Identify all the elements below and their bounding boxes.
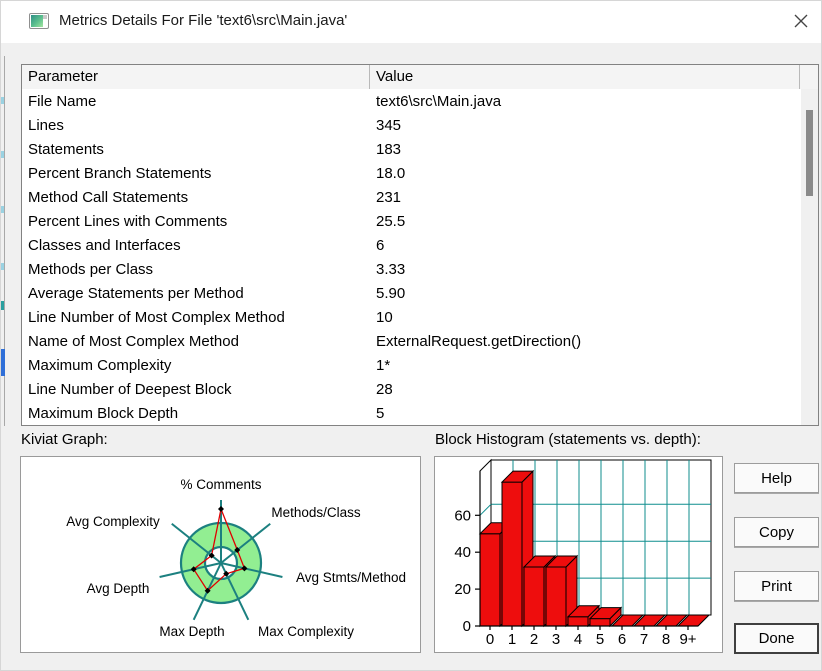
kiviat-graph-panel: % Comments Methods/Class Avg Stmts/Method M… (20, 456, 421, 653)
cell-parameter: Average Statements per Method (28, 284, 244, 302)
background-window-sliver (1, 97, 4, 104)
y-axis-tick-label: 40 (454, 544, 471, 561)
table-row[interactable]: Percent Lines with Comments 25.5 (22, 209, 801, 233)
cell-parameter: Line Number of Deepest Block (28, 380, 232, 398)
title-bar: Metrics Details For File 'text6\src\Main… (1, 1, 821, 43)
x-axis-tick-label: 7 (640, 631, 648, 648)
column-header-filler (800, 65, 818, 89)
cell-value: 3.33 (376, 260, 406, 278)
table-row[interactable]: Percent Branch Statements 18.0 (22, 161, 801, 185)
column-header-parameter[interactable]: Parameter (22, 65, 370, 89)
table-row[interactable]: Lines 345 (22, 113, 801, 137)
table-row[interactable]: File Name text6\src\Main.java (22, 89, 801, 113)
cell-parameter: Methods per Class (28, 260, 154, 278)
table-row[interactable]: Statements 183 (22, 137, 801, 161)
table-row[interactable]: Methods per Class 3.33 (22, 257, 801, 281)
help-button[interactable]: Help (734, 463, 819, 493)
cell-parameter: Percent Branch Statements (28, 164, 212, 182)
x-axis-tick-label: 0 (486, 631, 494, 648)
background-window-sliver (1, 301, 4, 310)
x-axis-tick-label: 2 (530, 631, 538, 648)
table-row[interactable]: Maximum Complexity 1* (22, 353, 801, 377)
y-axis-tick-label: 60 (454, 507, 471, 524)
cell-value: 10 (376, 308, 393, 326)
cell-value: 5 (376, 404, 385, 422)
x-axis-tick-label: 8 (662, 631, 670, 648)
close-button[interactable] (788, 9, 814, 35)
radar-axis-label: % Comments (180, 477, 261, 492)
copy-button[interactable]: Copy (734, 517, 819, 547)
block-histogram-label: Block Histogram (statements vs. depth): (435, 431, 701, 448)
radar-axis-label: Avg Complexity (66, 514, 160, 529)
done-button[interactable]: Done (734, 623, 819, 654)
vertical-scrollbar[interactable] (801, 89, 818, 425)
block-histogram-chart: 02040600 1 2 3 4 5 6 7 8 9+ (454, 458, 712, 648)
window-title: Metrics Details For File 'text6\src\Main… (59, 12, 348, 29)
metrics-table: File Name text6\src\Main.java Lines 345 Stat… (22, 89, 801, 425)
print-button[interactable]: Print (734, 571, 819, 601)
cell-parameter: Line Number of Most Complex Method (28, 308, 285, 326)
table-row[interactable]: Method Call Statements 231 (22, 185, 801, 209)
cell-parameter: Name of Most Complex Method (28, 332, 239, 350)
x-axis-tick-label: 9+ (679, 631, 696, 648)
kiviat-radar-chart: % Comments Methods/Class Avg Stmts/Method M… (66, 477, 406, 639)
table-row[interactable]: Average Statements per Method 5.90 (22, 281, 801, 305)
app-icon (29, 13, 49, 29)
radar-axis-label: Methods/Class (271, 505, 361, 520)
x-axis-tick-label: 5 (596, 631, 604, 648)
table-row[interactable]: Maximum Block Depth 5 (22, 401, 801, 425)
metrics-table-body: File Name text6\src\Main.java Lines 345 Stat… (22, 89, 801, 425)
y-axis-tick-label: 20 (454, 581, 471, 598)
metrics-listview: Parameter Value File Name text6\src\Main.… (21, 64, 819, 426)
table-row[interactable]: Classes and Interfaces 6 (22, 233, 801, 257)
cell-parameter: Classes and Interfaces (28, 236, 181, 254)
listview-header: Parameter Value (22, 65, 818, 89)
table-row[interactable]: Name of Most Complex Method ExternalReque… (22, 329, 801, 353)
radar-axis-label: Max Complexity (258, 624, 354, 639)
cell-value: 1* (376, 356, 391, 374)
cell-value: 6 (376, 236, 385, 254)
x-axis-tick-label: 6 (618, 631, 626, 648)
background-window-sliver (4, 56, 5, 426)
cell-value: text6\src\Main.java (376, 92, 502, 110)
cell-value: 18.0 (376, 164, 406, 182)
cell-parameter: Maximum Block Depth (28, 404, 179, 422)
radar-axis-label: Avg Depth (87, 581, 150, 596)
cell-value: 25.5 (376, 212, 406, 230)
listview-body: File Name text6\src\Main.java Lines 345 Stat… (22, 89, 801, 425)
background-window-sliver (1, 349, 5, 376)
x-axis-tick-label: 3 (552, 631, 560, 648)
cell-parameter: Maximum Complexity (28, 356, 172, 374)
metrics-details-dialog: Metrics Details For File 'text6\src\Main… (0, 0, 822, 671)
y-axis-tick-label: 0 (463, 618, 471, 635)
radar-data-marker (218, 506, 224, 512)
cell-parameter: Lines (28, 116, 64, 134)
cell-parameter: Statements (28, 140, 104, 158)
cell-parameter: Percent Lines with Comments (28, 212, 228, 230)
background-window-sliver (1, 263, 4, 270)
background-window-sliver (1, 151, 4, 158)
x-axis-tick-label: 1 (508, 631, 516, 648)
background-window-sliver (1, 206, 4, 213)
cell-value: 183 (376, 140, 402, 158)
table-row[interactable]: Line Number of Deepest Block 28 (22, 377, 801, 401)
column-header-value[interactable]: Value (370, 65, 800, 89)
cell-value: 28 (376, 380, 393, 398)
radar-axis-label: Avg Stmts/Method (296, 570, 406, 585)
cell-parameter: File Name (28, 92, 97, 110)
kiviat-graph-label: Kiviat Graph: (21, 431, 108, 448)
radar-axis-label: Max Depth (159, 624, 224, 639)
close-icon (794, 14, 808, 27)
cell-parameter: Method Call Statements (28, 188, 189, 206)
block-histogram-panel: 0 20 40 60 0 1 2 3 4 5 6 7 8 9+ (434, 456, 723, 653)
cell-value: 345 (376, 116, 402, 134)
scrollbar-thumb[interactable] (806, 110, 813, 196)
table-row[interactable]: Line Number of Most Complex Method 10 (22, 305, 801, 329)
cell-value: ExternalRequest.getDirection() (376, 332, 582, 350)
x-axis-tick-label: 4 (574, 631, 582, 648)
cell-value: 231 (376, 188, 402, 206)
cell-value: 5.90 (376, 284, 406, 302)
